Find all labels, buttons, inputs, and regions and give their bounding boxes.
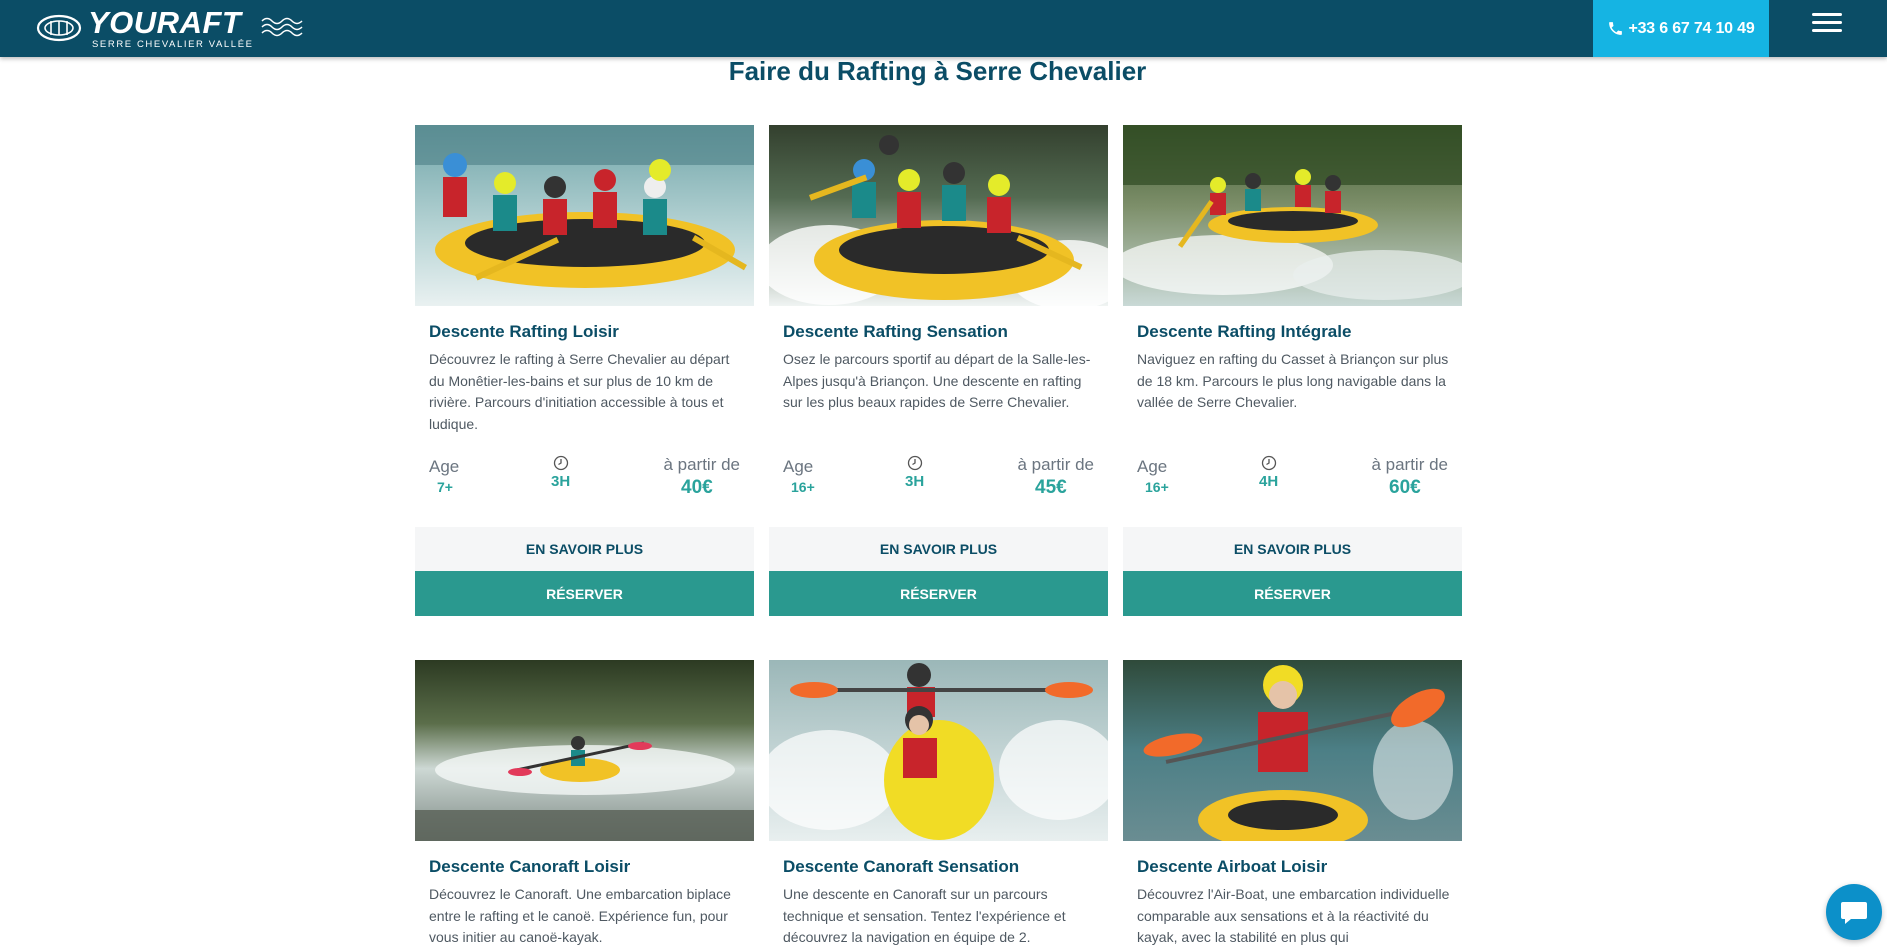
age-value: 16+ (791, 479, 815, 495)
logo-name: YOURAFT (88, 4, 242, 40)
age-value: 7+ (437, 479, 453, 495)
duration-value: 3H (551, 473, 571, 490)
card-title[interactable]: Descente Rafting Sensation (783, 322, 1008, 342)
site-header: YOURAFT SERRE CHEVALIER VALLÉE +33 6 67 … (0, 0, 1887, 57)
canoraft-sensation-photo[interactable] (769, 660, 1108, 841)
activity-card: Descente Airboat Loisir Découvrez l'Air-… (1123, 660, 1462, 945)
clock-icon (553, 455, 569, 471)
card-description: Osez le parcours sportif au départ de la… (783, 351, 1091, 411)
rafting-integrale-photo[interactable] (1123, 125, 1462, 306)
card-title[interactable]: Descente Airboat Loisir (1137, 857, 1327, 877)
phone-icon (1609, 22, 1623, 35)
activity-card: Descente Rafting Intégrale Naviguez en r… (1123, 125, 1462, 616)
book-button[interactable]: RÉSERVER (769, 571, 1108, 616)
duration-value: 3H (905, 473, 925, 490)
card-description: Une descente en Canoraft sur un parcours… (783, 886, 1066, 946)
rafting-loisir-photo[interactable] (415, 125, 754, 306)
clock-icon (907, 455, 923, 471)
activity-card: Descente Canoraft Sensation Une descente… (769, 660, 1108, 945)
page-title: Faire du Rafting à Serre Chevalier (728, 56, 1147, 86)
chat-glyph (1841, 902, 1867, 924)
price-value: 60€ (1389, 477, 1421, 498)
learn-more-button[interactable]: EN SAVOIR PLUS (415, 527, 754, 571)
age-label: Age (1137, 457, 1168, 476)
duration-value: 4H (1259, 473, 1279, 490)
waves-icon (261, 17, 303, 37)
price-from-label: à partir de (1371, 455, 1448, 474)
price-value: 40€ (681, 477, 713, 498)
card-description: Découvrez le rafting à Serre Chevalier a… (429, 351, 730, 433)
logo-subtitle: SERRE CHEVALIER VALLÉE (92, 38, 254, 50)
phone-number: +33 6 67 74 10 49 (1628, 19, 1755, 37)
chat-bubble-icon[interactable] (1826, 884, 1882, 940)
airboat-loisir-photo[interactable] (1123, 660, 1462, 841)
card-meta: Age 16+ 3H à partir de 45€ (769, 455, 1108, 505)
phone-call-button[interactable]: +33 6 67 74 10 49 (1593, 0, 1769, 57)
card-description: Découvrez le Canoraft. Une embarcation b… (429, 886, 731, 946)
card-description: Naviguez en rafting du Casset à Briançon… (1137, 351, 1449, 411)
card-meta: Age 16+ 4H à partir de 60€ (1123, 455, 1462, 505)
site-logo[interactable]: YOURAFT SERRE CHEVALIER VALLÉE (36, 6, 304, 50)
price-from-label: à partir de (1017, 455, 1094, 474)
age-label: Age (783, 457, 814, 476)
price-value: 45€ (1035, 477, 1067, 498)
canoraft-loisir-photo[interactable] (415, 660, 754, 841)
raft-logo-icon (36, 14, 82, 42)
activity-card: Descente Canoraft Loisir Découvrez le Ca… (415, 660, 754, 945)
price-from-label: à partir de (663, 455, 740, 474)
hamburger-menu-icon[interactable] (1812, 13, 1842, 37)
card-meta: Age 7+ 3H à partir de 40€ (415, 455, 754, 505)
card-title[interactable]: Descente Canoraft Loisir (429, 857, 630, 877)
activity-card: Descente Rafting Sensation Osez le parco… (769, 125, 1108, 616)
card-title[interactable]: Descente Canoraft Sensation (783, 857, 1019, 877)
book-button[interactable]: RÉSERVER (1123, 571, 1462, 616)
age-label: Age (429, 457, 460, 476)
clock-icon (1261, 455, 1277, 471)
learn-more-button[interactable]: EN SAVOIR PLUS (769, 527, 1108, 571)
card-title[interactable]: Descente Rafting Intégrale (1137, 322, 1351, 342)
age-value: 16+ (1145, 479, 1169, 495)
activity-card: Descente Rafting Loisir Découvrez le raf… (415, 125, 754, 616)
card-title[interactable]: Descente Rafting Loisir (429, 322, 619, 342)
rafting-sensation-photo[interactable] (769, 125, 1108, 306)
learn-more-button[interactable]: EN SAVOIR PLUS (1123, 527, 1462, 571)
book-button[interactable]: RÉSERVER (415, 571, 754, 616)
card-description: Découvrez l'Air-Boat, une embarcation in… (1137, 886, 1450, 946)
